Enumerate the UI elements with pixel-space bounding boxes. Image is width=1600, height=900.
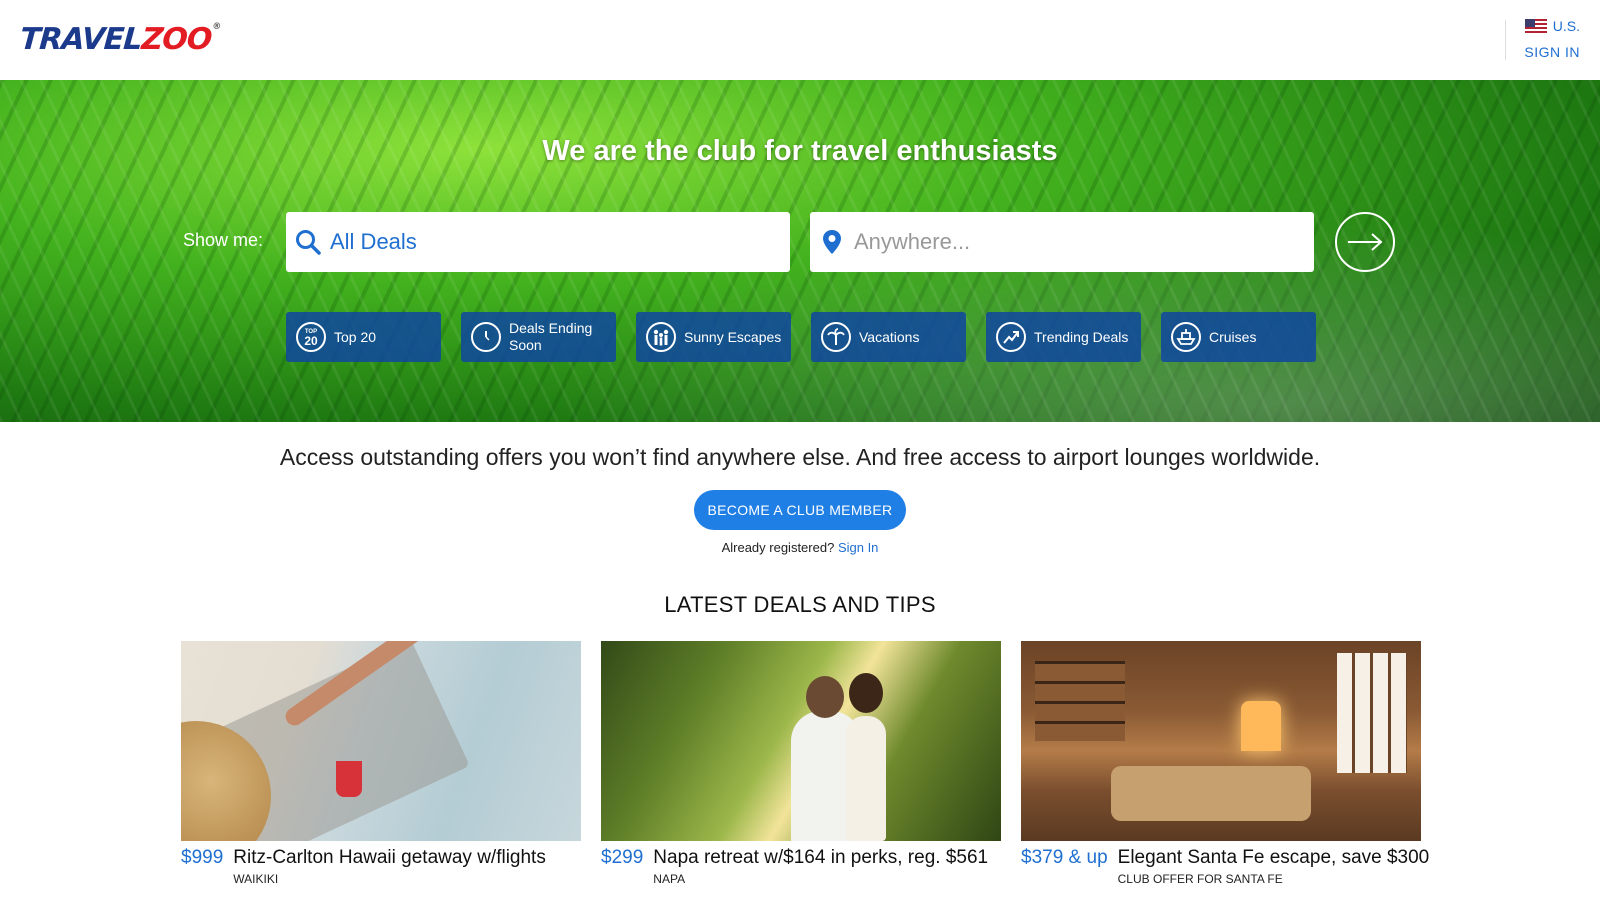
- deal-image-vineyard[interactable]: [601, 641, 1001, 841]
- deal-card-waikiki[interactable]: $999 Ritz-Carlton Hawaii getaway w/fligh…: [181, 641, 581, 886]
- image-window: [1337, 653, 1407, 773]
- hero-title: We are the club for travel enthusiasts: [542, 135, 1058, 167]
- chip-label: Cruises: [1209, 328, 1257, 345]
- chip-label: Top 20: [334, 328, 377, 345]
- trending-up-icon: [996, 322, 1026, 352]
- chip-label: Deals Ending Soon: [509, 320, 593, 353]
- already-registered: Already registered? Sign In: [0, 540, 1600, 555]
- deal-info: $299 Napa retreat w/$164 in perks, reg. …: [601, 847, 1001, 886]
- deal-title[interactable]: Ritz-Carlton Hawaii getaway w/flights: [233, 847, 581, 869]
- deal-price: $379 & up: [1021, 847, 1108, 868]
- image-woman: [846, 716, 886, 841]
- deal-location: CLUB OFFER FOR SANTA FE: [1117, 872, 1283, 886]
- location-input[interactable]: [854, 229, 1294, 255]
- image-woman-head: [849, 673, 883, 713]
- show-me-label: Show me:: [183, 230, 264, 250]
- travelzoo-logo[interactable]: TRAVELZOO®: [19, 22, 221, 57]
- clock-icon: [471, 322, 501, 352]
- chip-trending-deals[interactable]: Trending Deals: [986, 312, 1141, 362]
- become-member-button[interactable]: BECOME A CLUB MEMBER: [694, 490, 906, 530]
- deal-card-napa[interactable]: $299 Napa retreat w/$164 in perks, reg. …: [601, 641, 1001, 886]
- us-flag-icon: [1524, 19, 1547, 33]
- site-header: TRAVELZOO® U.S. SIGN IN: [0, 0, 1600, 80]
- top-20-icon: TOP 20: [296, 322, 326, 352]
- image-man-head: [806, 676, 844, 718]
- promo-sign-in-link[interactable]: Sign In: [838, 540, 878, 555]
- deal-location: WAIKIKI: [233, 872, 279, 886]
- image-fireplace: [1241, 701, 1281, 751]
- image-cocktail: [336, 761, 362, 797]
- chip-deals-ending-soon[interactable]: Deals Ending Soon: [461, 312, 616, 362]
- deal-cards: $999 Ritz-Carlton Hawaii getaway w/fligh…: [181, 641, 1429, 886]
- image-bookshelves: [1035, 661, 1125, 741]
- deal-info: $999 Ritz-Carlton Hawaii getaway w/fligh…: [181, 847, 581, 886]
- chip-label: Trending Deals: [1034, 328, 1129, 345]
- location-search-box[interactable]: [810, 212, 1314, 272]
- deal-price: $299: [601, 847, 644, 868]
- already-registered-text: Already registered?: [721, 540, 835, 555]
- people-icon: [646, 322, 676, 352]
- chip-top-20[interactable]: TOP 20 Top 20: [286, 312, 441, 362]
- logo-text-travel: TRAVEL: [18, 22, 143, 57]
- locale-label: U.S.: [1552, 18, 1580, 34]
- deal-price: $999: [181, 847, 224, 868]
- logo-registered-mark: ®: [211, 22, 221, 32]
- chip-sunny-escapes[interactable]: Sunny Escapes: [636, 312, 791, 362]
- deal-location: NAPA: [653, 872, 686, 886]
- chip-label: Sunny Escapes: [684, 328, 782, 345]
- deal-image-lodge-room[interactable]: [1021, 641, 1421, 841]
- deal-card-santa-fe[interactable]: $379 & up Elegant Santa Fe escape, save …: [1021, 641, 1429, 886]
- search-icon: [286, 229, 330, 255]
- chip-vacations[interactable]: Vacations: [811, 312, 966, 362]
- deal-info: $379 & up Elegant Santa Fe escape, save …: [1021, 847, 1429, 886]
- deal-title[interactable]: Napa retreat w/$164 in perks, reg. $561: [653, 847, 1001, 869]
- deal-image-pool[interactable]: [181, 641, 581, 841]
- deal-type-select[interactable]: All Deals: [286, 212, 790, 272]
- map-pin-icon: [810, 229, 854, 255]
- arrow-right-icon: [1348, 233, 1383, 251]
- deal-title[interactable]: Elegant Santa Fe escape, save $300: [1118, 847, 1430, 869]
- top-badge-number: 20: [304, 334, 318, 348]
- header-divider: [1505, 20, 1506, 60]
- header-account: U.S. SIGN IN: [1524, 18, 1580, 60]
- chip-cruises[interactable]: Cruises: [1161, 312, 1316, 362]
- category-chips: TOP 20 Top 20 Deals Ending Soon Sunny Es…: [286, 312, 1316, 362]
- logo-text-zoo: ZOO: [140, 22, 213, 57]
- membership-tagline: Access outstanding offers you won’t find…: [279, 444, 1321, 470]
- locale-selector[interactable]: U.S.: [1524, 18, 1580, 34]
- chip-label: Vacations: [859, 328, 920, 345]
- latest-deals-heading: LATEST DEALS AND TIPS: [664, 592, 936, 617]
- hero-banner: We are the club for travel enthusiasts S…: [0, 80, 1600, 422]
- sign-in-link[interactable]: SIGN IN: [1524, 44, 1580, 60]
- palm-tree-icon: [821, 322, 851, 352]
- search-submit-button[interactable]: [1335, 212, 1395, 272]
- cruise-ship-icon: [1171, 322, 1201, 352]
- image-sofa: [1111, 766, 1311, 821]
- deal-type-value: All Deals: [330, 229, 417, 254]
